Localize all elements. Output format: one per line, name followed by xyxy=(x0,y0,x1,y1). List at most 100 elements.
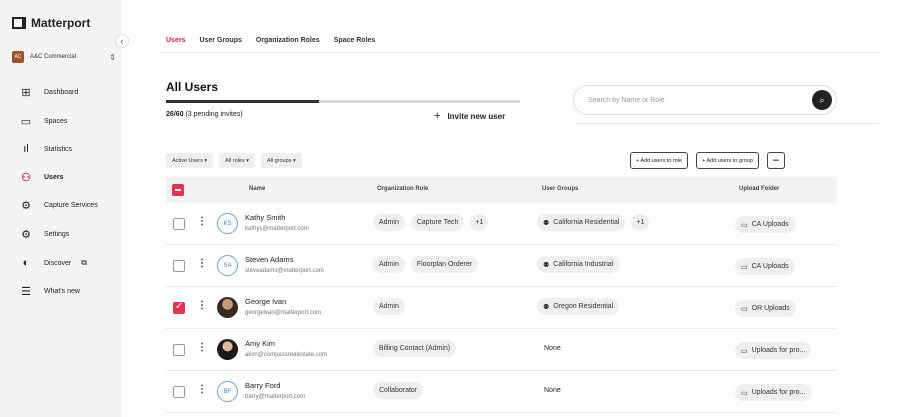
more-groups-pill[interactable]: +1 xyxy=(631,214,650,231)
statistics-icon: ıl xyxy=(23,143,29,155)
user-name: Kathy Smith xyxy=(245,213,286,222)
role-list: Collaborator xyxy=(373,382,424,399)
user-name: Amy Kim xyxy=(245,339,275,348)
folder-name: CA Uploads xyxy=(751,221,789,228)
column-header-upload-folder[interactable]: Upload Folder xyxy=(739,186,779,192)
row-menu-icon[interactable]: ⋮ xyxy=(197,300,207,311)
sidebar-item-label: Statistics xyxy=(44,145,73,153)
row-menu-icon[interactable]: ⋮ xyxy=(197,258,207,269)
org-avatar: AC xyxy=(12,51,24,63)
sidebar-item-dashboard[interactable]: ⊞ Dashboard xyxy=(18,84,78,100)
sidebar-item-label: Capture Services xyxy=(44,201,98,209)
group-list: ⚉ Oregon Residential xyxy=(537,298,620,315)
settings-icon: ⚙ xyxy=(21,228,31,241)
upload-folder-pill: ▭ CA Uploads xyxy=(735,216,795,233)
table-row[interactable]: ⋮ Amy Kim akim@compassrealestate.com Bil… xyxy=(166,330,837,371)
org-name: A&C Commercial xyxy=(30,54,77,60)
whats-new-icon: ☰ xyxy=(21,285,31,298)
tab-user-groups[interactable]: User Groups xyxy=(199,37,241,50)
filter-all-groups[interactable]: All groups ▾ xyxy=(261,153,302,168)
sidebar-item-discover[interactable]: ◐ Discover ⧉ xyxy=(18,255,87,271)
capture-services-icon: ⚙ xyxy=(21,199,31,212)
avatar: KS xyxy=(217,213,238,234)
column-header-organization-role[interactable]: Organization Role xyxy=(377,186,428,192)
user-name: Barry Ford xyxy=(245,381,281,390)
table-row[interactable]: ⋮ KS Kathy Smith kathys@matterport.com A… xyxy=(166,204,837,245)
row-menu-icon[interactable]: ⋮ xyxy=(197,342,207,353)
seat-count: 26/60 (3 pending invites) xyxy=(166,111,243,118)
no-groups-text: None xyxy=(544,345,561,352)
row-menu-icon[interactable]: ⋮ xyxy=(197,384,207,395)
row-checkbox[interactable] xyxy=(173,260,185,272)
group-pill: ⚉ California Industrial xyxy=(537,256,620,273)
matterport-logo-icon xyxy=(12,17,26,29)
tab-bar: Users User Groups Organization Roles Spa… xyxy=(166,37,375,50)
user-name: George Ivan xyxy=(245,297,287,306)
folder-name: CA Uploads xyxy=(751,263,789,270)
sidebar-item-statistics[interactable]: ıl Statistics xyxy=(18,141,72,157)
column-header-user-groups[interactable]: User Groups xyxy=(542,186,578,192)
upload-folder-pill: ▭ Uploads for pro... xyxy=(735,342,812,359)
user-email: barry@matterport.com xyxy=(245,394,306,400)
add-users-to-role-button[interactable]: + Add users to role xyxy=(630,152,689,169)
group-name: Oregon Residential xyxy=(553,303,614,310)
user-email: steveadams@matterport.com xyxy=(245,268,324,274)
spaces-icon: ▭ xyxy=(20,115,32,128)
add-users-to-group-button[interactable]: + Add users to group xyxy=(696,152,759,169)
more-options-button[interactable]: ••• xyxy=(766,152,785,169)
group-list: ⚉ California Industrial xyxy=(537,256,620,273)
avatar: SA xyxy=(217,255,238,276)
page-title: All Users xyxy=(166,80,219,94)
sidebar-collapse-button[interactable]: ‹ xyxy=(115,34,129,48)
row-menu-icon[interactable]: ⋮ xyxy=(197,216,207,227)
group-name: California Industrial xyxy=(553,261,614,268)
filter-bar: Active Users ▾ All roles ▾ All groups ▾ xyxy=(166,153,302,168)
sidebar-item-whats-new[interactable]: ☰ What's new xyxy=(18,283,80,299)
invite-label: Invite new user xyxy=(447,111,506,121)
filter-all-roles[interactable]: All roles ▾ xyxy=(219,153,256,168)
role-pill: Admin xyxy=(373,298,405,315)
brand-logo[interactable]: Matterport xyxy=(12,16,90,30)
sidebar-item-label: What's new xyxy=(44,287,80,295)
seat-progress-bar xyxy=(166,100,520,103)
select-all-checkbox[interactable] xyxy=(172,184,184,196)
sidebar-item-label: Discover xyxy=(44,259,72,267)
table-row[interactable]: ⋮ SA Steven Adams steveadams@matterport.… xyxy=(166,246,837,287)
sidebar-item-spaces[interactable]: ▭ Spaces xyxy=(18,113,68,129)
sidebar-item-label: Users xyxy=(44,173,64,181)
column-header-name[interactable]: Name xyxy=(249,186,265,192)
sidebar-item-capture-services[interactable]: ⚙ Capture Services xyxy=(18,197,98,213)
tab-space-roles[interactable]: Space Roles xyxy=(334,37,376,50)
table-row[interactable]: ⋮ George Ivan georgeivan@matterport.com … xyxy=(166,288,837,329)
user-name: Steven Adams xyxy=(245,255,294,264)
external-link-icon: ⧉ xyxy=(81,258,87,267)
users-icon: ⚇ xyxy=(21,171,31,184)
folder-icon: ▭ xyxy=(741,263,748,271)
row-checkbox[interactable] xyxy=(173,218,185,230)
row-checkbox[interactable] xyxy=(173,301,185,314)
upload-folder-pill: ▭ Uploads for pro... xyxy=(735,384,812,401)
role-pill: Capture Tech xyxy=(410,214,465,231)
filter-active-users[interactable]: Active Users ▾ xyxy=(166,153,214,168)
search-icon[interactable]: ⌕ xyxy=(812,90,832,110)
sidebar-item-users[interactable]: ⚇ Users xyxy=(18,169,63,185)
sidebar-item-settings[interactable]: ⚙ Settings xyxy=(18,226,69,242)
row-checkbox[interactable] xyxy=(173,344,185,356)
folder-icon: ▭ xyxy=(741,305,748,313)
dashboard-icon: ⊞ xyxy=(21,86,31,99)
avatar xyxy=(217,339,238,360)
user-email: akim@compassrealestate.com xyxy=(245,352,328,358)
tab-organization-roles[interactable]: Organization Roles xyxy=(256,37,320,50)
search-divider xyxy=(576,123,879,124)
org-switcher[interactable]: AC A&C Commercial ⇕ xyxy=(12,51,116,63)
sidebar-item-label: Settings xyxy=(44,230,70,238)
group-pill: ⚉ Oregon Residential xyxy=(537,298,620,315)
table-row[interactable]: ⋮ BF Barry Ford barry@matterport.com Col… xyxy=(166,372,837,413)
more-roles-pill[interactable]: +1 xyxy=(470,214,489,231)
group-list: ⚉ California Residential +1 xyxy=(537,214,650,231)
row-checkbox[interactable] xyxy=(173,386,185,398)
tab-users[interactable]: Users xyxy=(166,37,185,50)
folder-icon: ▭ xyxy=(741,221,748,229)
invite-new-user-button[interactable]: + Invite new user xyxy=(434,110,505,122)
search-input[interactable] xyxy=(588,96,788,104)
